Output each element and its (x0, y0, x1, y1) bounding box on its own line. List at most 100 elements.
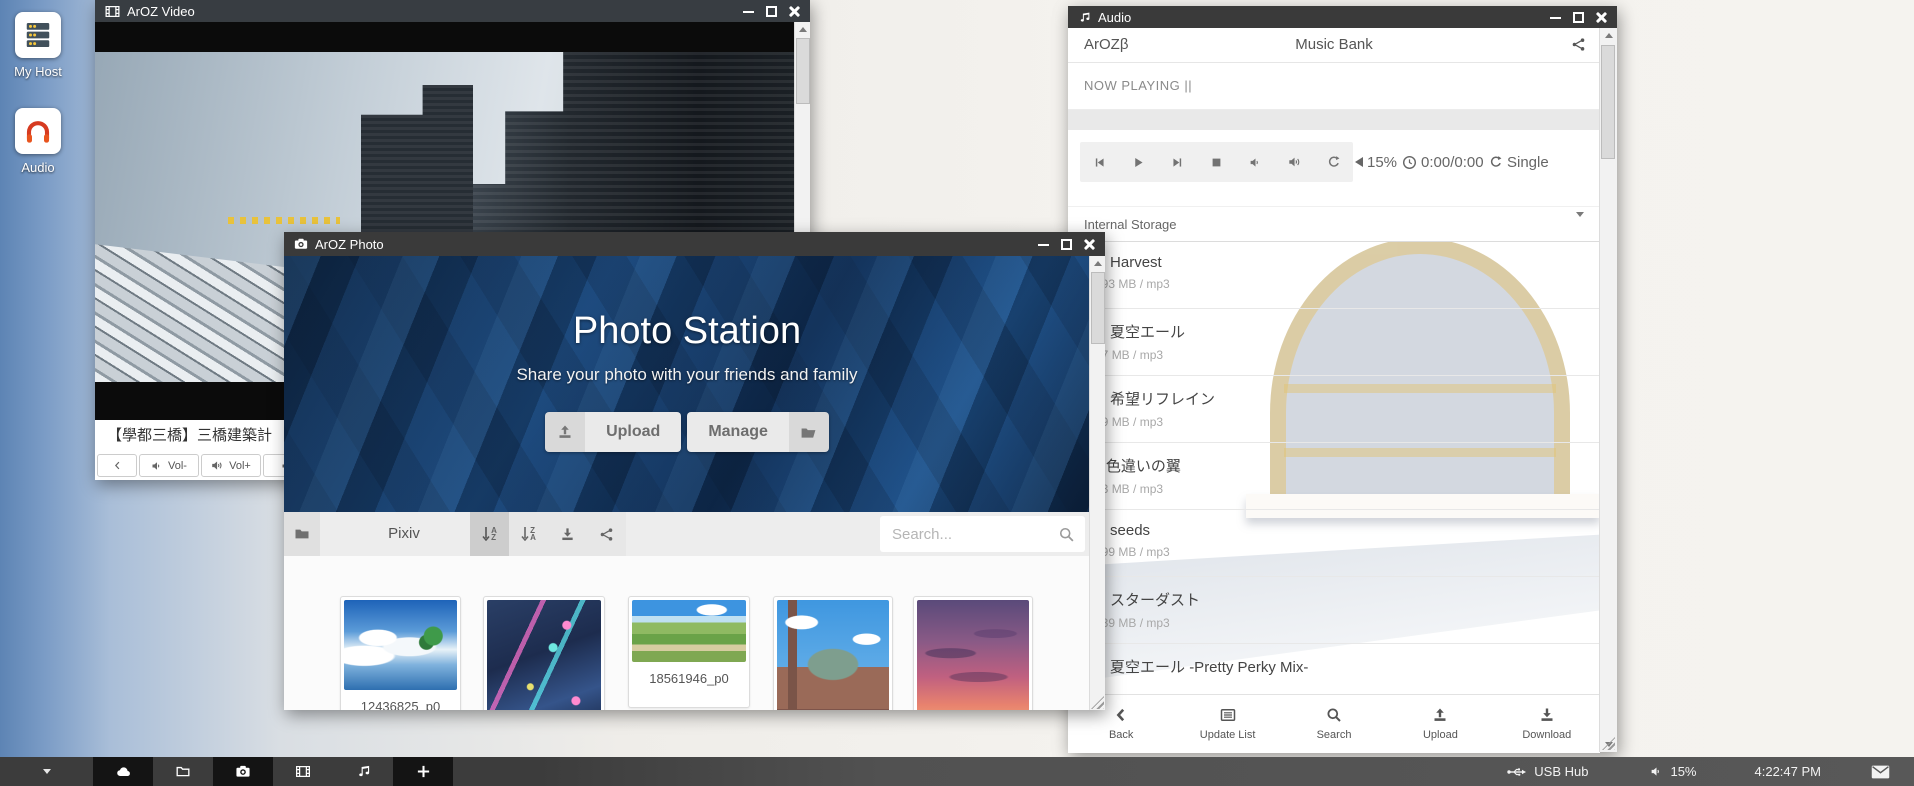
upload-button[interactable]: Upload (1387, 695, 1493, 753)
time-status: 0:00/0:00 (1402, 142, 1484, 182)
track-row[interactable]: 01. 夏空エール 9.37 MB / mp3 (1068, 309, 1600, 376)
download-button[interactable]: Download (1494, 695, 1600, 753)
scroll-up-icon[interactable] (795, 22, 810, 37)
photo-card[interactable] (773, 596, 893, 710)
previous-track-button[interactable] (1080, 142, 1119, 182)
desktop-icon-label: Audio (9, 160, 67, 175)
close-button[interactable] (1596, 12, 1607, 23)
update-list-button[interactable]: Update List (1174, 695, 1280, 753)
track-meta: 12.39 MB / mp3 (1085, 616, 1600, 630)
window-title: Audio (1098, 10, 1131, 25)
volume-status: 15% (1355, 142, 1397, 182)
usb-status[interactable]: USB Hub (1507, 764, 1588, 779)
storage-label: Internal Storage (1084, 217, 1177, 232)
taskbar-app-photo[interactable] (213, 757, 273, 786)
scroll-up-icon[interactable] (1600, 28, 1617, 43)
page-title: Music Bank (1068, 28, 1600, 62)
share-button[interactable] (1571, 37, 1586, 52)
photo-thumbnail (917, 600, 1029, 710)
share-icon (1571, 37, 1586, 52)
photo-thumbnail (777, 600, 889, 710)
track-row[interactable]: 01. 希望リフレイン 9.09 MB / mp3 (1068, 376, 1600, 443)
track-meta: 10.93 MB / mp3 (1085, 277, 1600, 291)
track-title: 01. Harvest (1085, 254, 1600, 271)
audio-window-titlebar[interactable]: Audio (1068, 6, 1617, 28)
minimize-button[interactable] (1038, 239, 1049, 250)
volume-label: 15% (1670, 764, 1696, 779)
photo-window-titlebar[interactable]: ArOZ Photo (284, 232, 1105, 256)
current-folder-label: Pixiv (339, 512, 469, 556)
scroll-up-icon[interactable] (1090, 256, 1105, 271)
volume-status[interactable]: 15% (1650, 764, 1696, 779)
chevron-left-icon (1114, 707, 1128, 723)
stop-button[interactable] (1197, 142, 1236, 182)
folder-icon (294, 526, 310, 542)
track-row[interactable]: 01.色違いの翼 9.63 MB / mp3 (1068, 443, 1600, 510)
search-input[interactable] (880, 526, 1058, 543)
scrollbar-thumb[interactable] (1601, 45, 1615, 159)
repeat-button[interactable] (1314, 142, 1353, 182)
taskbar-app-files[interactable] (153, 757, 213, 786)
list-icon (1219, 707, 1237, 723)
storage-select[interactable]: Internal Storage (1068, 206, 1600, 242)
track-row[interactable]: 01. Harvest 10.93 MB / mp3 (1068, 242, 1600, 309)
scrollbar-thumb[interactable] (1091, 272, 1105, 344)
maximize-button[interactable] (1061, 239, 1072, 250)
download-icon (1539, 707, 1555, 723)
search-button[interactable]: Search (1281, 695, 1387, 753)
share-button[interactable] (587, 512, 626, 556)
volume-up-button[interactable]: Vol+ (201, 454, 261, 477)
track-title: 01. 希望リフレイン (1085, 388, 1600, 409)
minimize-button[interactable] (1550, 12, 1561, 23)
seek-bar[interactable] (1068, 110, 1600, 130)
volume-down-button[interactable] (1236, 142, 1275, 182)
track-row[interactable]: 02. スターダスト 12.39 MB / mp3 (1068, 577, 1600, 644)
photo-card[interactable]: 18561946_p0 (628, 596, 750, 708)
photo-card[interactable]: 12436825_p0 (340, 596, 461, 710)
sort-asc-button[interactable]: A Z (470, 512, 509, 556)
close-button[interactable] (789, 6, 800, 17)
desktop-icon-my-host[interactable]: My Host (9, 12, 67, 79)
upload-button[interactable]: Upload (545, 412, 681, 452)
maximize-button[interactable] (1573, 12, 1584, 23)
track-row[interactable]: 02. seeds 12.99 MB / mp3 (1068, 510, 1600, 577)
nav-label: Download (1522, 729, 1571, 741)
photo-card[interactable] (483, 596, 605, 710)
volume-down-button[interactable]: Vol- (139, 454, 199, 477)
close-button[interactable] (1084, 239, 1095, 250)
photo-thumbnail (632, 600, 746, 662)
folder-button[interactable] (284, 512, 320, 556)
photo-card[interactable] (913, 596, 1033, 710)
scrollbar-thumb[interactable] (796, 38, 810, 104)
video-window-titlebar[interactable]: ArOZ Video (95, 0, 810, 22)
taskbar-status-area: USB Hub 15% 4:22:47 PM (1507, 757, 1914, 786)
photo-thumbnail (487, 600, 601, 710)
photo-scrollbar[interactable] (1089, 256, 1105, 710)
clock[interactable]: 4:22:47 PM (1755, 764, 1822, 779)
sort-desc-button[interactable]: Z A (509, 512, 548, 556)
taskbar-collapse-button[interactable] (0, 757, 93, 786)
search-icon[interactable] (1058, 526, 1075, 543)
folder-icon (175, 764, 191, 779)
download-icon (560, 527, 575, 542)
headphones-icon (15, 108, 61, 154)
desktop-icon-audio[interactable]: Audio (9, 108, 67, 175)
next-track-button[interactable] (1158, 142, 1197, 182)
manage-button[interactable]: Manage (687, 412, 829, 452)
track-title: 01. 夏空エール (1085, 321, 1600, 342)
notifications-button[interactable] (1871, 765, 1890, 779)
taskbar-add-button[interactable] (393, 757, 453, 786)
minimize-button[interactable] (743, 6, 754, 17)
video-back-button[interactable] (97, 454, 137, 477)
download-button[interactable] (548, 512, 587, 556)
track-row[interactable]: 02. 夏空エール -Pretty Perky Mix- (1068, 644, 1600, 694)
taskbar-app-video[interactable] (273, 757, 333, 786)
taskbar-app-audio[interactable] (333, 757, 393, 786)
maximize-button[interactable] (766, 6, 777, 17)
taskbar-app-cloud[interactable] (93, 757, 153, 786)
hero-buttons: Upload Manage (284, 412, 1090, 452)
volume-up-button[interactable] (1275, 142, 1314, 182)
playback-mode[interactable]: Single (1489, 142, 1549, 182)
audio-scrollbar[interactable] (1599, 28, 1617, 752)
play-button[interactable] (1119, 142, 1158, 182)
